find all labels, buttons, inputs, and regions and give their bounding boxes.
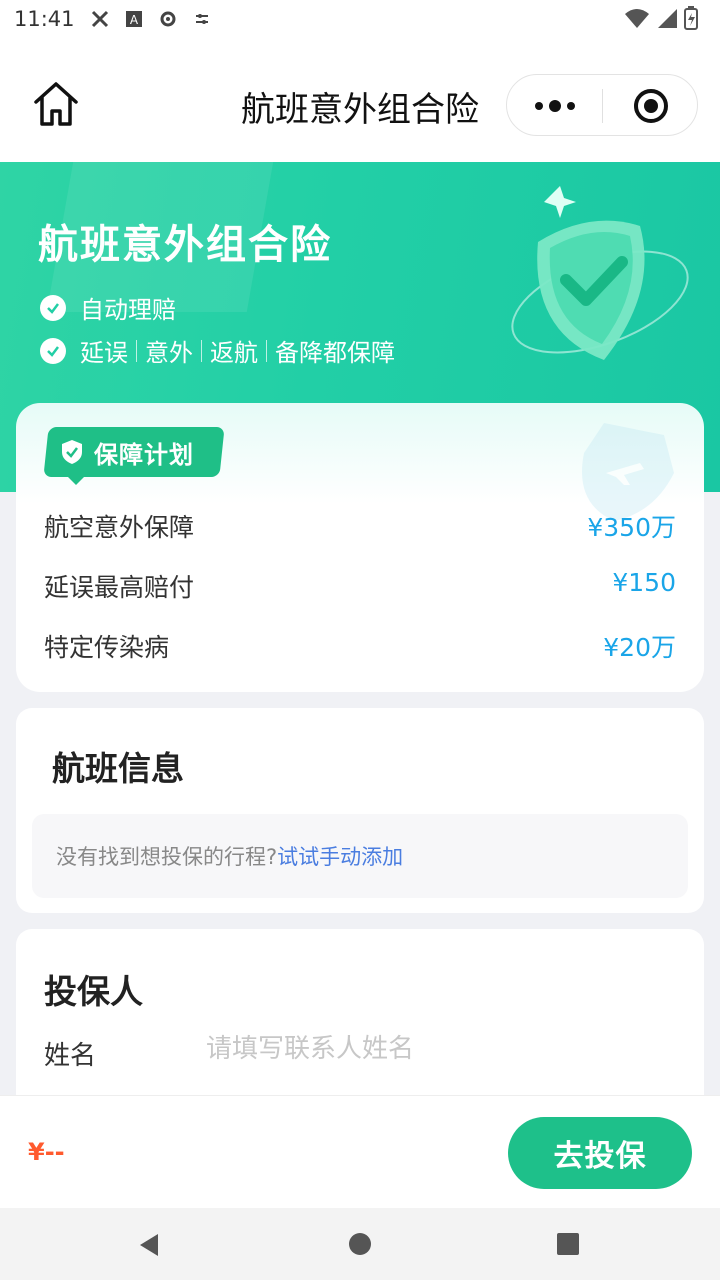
home-circle-icon[interactable] — [348, 1232, 372, 1260]
font-icon: A — [123, 8, 145, 30]
hero-feature-coverage: 延误 意外 返航 备降都保障 — [40, 333, 395, 368]
status-bar: 11:41 A — [0, 0, 720, 38]
coverage-item: 备降都保障 — [275, 339, 395, 367]
wifi-icon — [624, 7, 650, 34]
hero-feature-auto-claim: 自动理赔 — [40, 290, 176, 325]
back-icon[interactable] — [136, 1232, 162, 1262]
equalizer-icon — [191, 8, 213, 30]
plan-row-label: 航空意外保障 — [44, 513, 195, 542]
hero-feature-label: 自动理赔 — [80, 296, 176, 324]
plan-tag: 保障计划 — [60, 429, 194, 475]
accessibility-icon — [89, 8, 111, 30]
more-icon[interactable] — [507, 75, 602, 137]
coverage-item: 意外 — [145, 339, 193, 367]
flight-info-card: 航班信息 没有找到想投保的行程? 试试手动添加 — [16, 708, 704, 913]
check-icon — [40, 337, 66, 364]
shield-icon — [445, 182, 700, 382]
plan-row-value: ¥20万 — [603, 633, 676, 662]
flight-info-title: 航班信息 — [52, 749, 184, 788]
buy-button[interactable]: 去投保 — [508, 1117, 692, 1189]
check-icon — [40, 294, 66, 321]
plan-row: 延误最高赔付 ¥150 — [44, 568, 676, 604]
settings-icon — [157, 8, 179, 30]
price-display: ¥-- — [28, 1138, 65, 1166]
name-input[interactable] — [206, 1029, 666, 1069]
shield-check-icon — [60, 439, 84, 465]
coverage-item: 返航 — [210, 339, 258, 367]
home-icon[interactable] — [30, 78, 82, 130]
plan-row-value: ¥150 — [612, 568, 676, 597]
battery-icon — [684, 6, 698, 35]
plan-row-label: 延误最高赔付 — [44, 573, 195, 602]
svg-text:A: A — [129, 13, 138, 27]
plan-row: 航空意外保障 ¥350万 — [44, 508, 676, 544]
hero-title: 航班意外组合险 — [38, 222, 332, 268]
plan-row: 特定传染病 ¥20万 — [44, 628, 676, 664]
plane-icon — [544, 413, 684, 523]
system-nav-bar — [0, 1208, 720, 1280]
plan-row-value: ¥350万 — [587, 513, 676, 542]
page-title: 航班意外组合险 — [241, 90, 479, 130]
target-icon[interactable] — [603, 75, 698, 137]
manual-add-link[interactable]: 试试手动添加 — [277, 841, 403, 871]
bottom-action-bar: ¥-- 去投保 — [0, 1095, 720, 1208]
capsule-menu — [506, 74, 698, 136]
coverage-item: 延误 — [80, 339, 128, 367]
plan-tag-label: 保障计划 — [94, 440, 194, 469]
flight-empty-hint: 没有找到想投保的行程? 试试手动添加 — [32, 814, 688, 898]
nav-bar: 航班意外组合险 — [0, 38, 720, 162]
flight-hint-text: 没有找到想投保的行程? — [56, 845, 278, 869]
name-label: 姓名 — [44, 1041, 97, 1071]
status-time: 11:41 — [14, 7, 75, 31]
coverage-plan-card: 保障计划 航空意外保障 ¥350万 延误最高赔付 ¥150 特定传染病 ¥20万 — [16, 403, 704, 692]
plan-row-label: 特定传染病 — [44, 633, 170, 662]
signal-icon — [656, 7, 678, 34]
recents-icon[interactable] — [556, 1232, 580, 1260]
applicant-title: 投保人 — [44, 972, 143, 1011]
